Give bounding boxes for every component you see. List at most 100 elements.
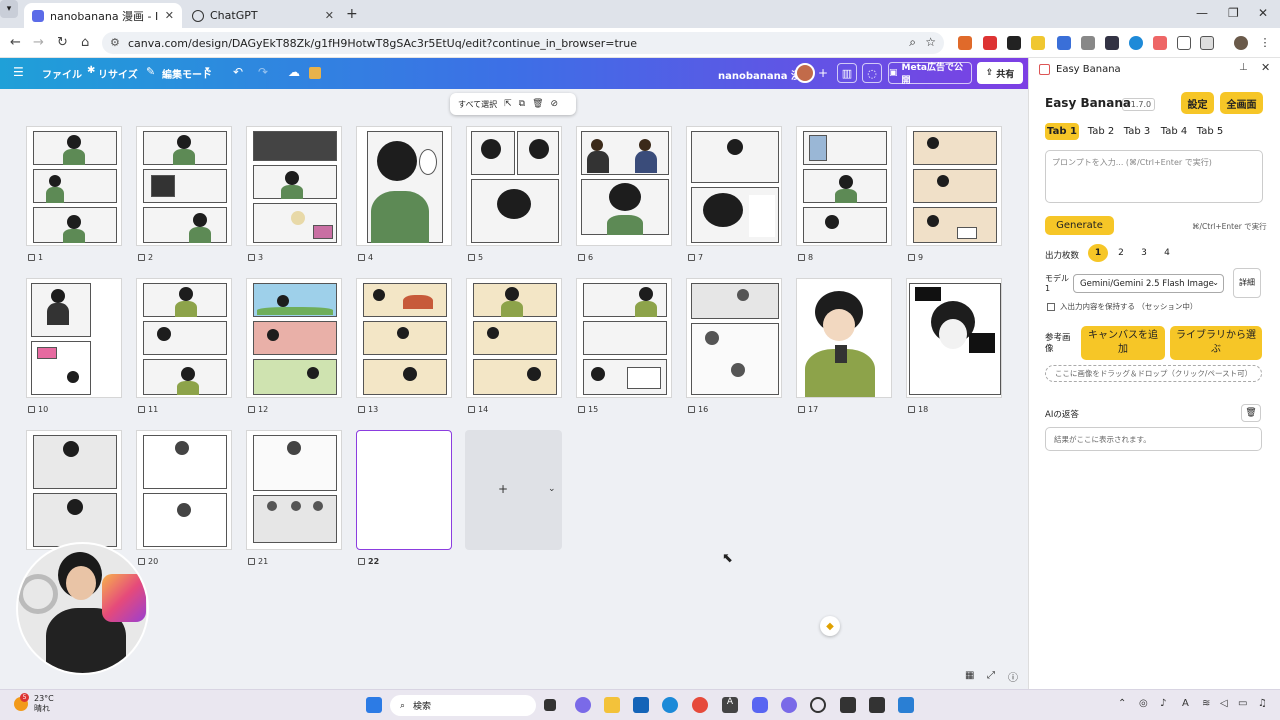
- minimize-icon[interactable]: —: [1196, 6, 1208, 20]
- image-drop-zone[interactable]: ここに画像をドラッグ＆ドロップ（クリック/ペースト可）: [1045, 365, 1262, 382]
- tab-list-chevron-icon[interactable]: ▾: [0, 0, 18, 18]
- page-thumbnail[interactable]: [906, 278, 1002, 398]
- capcut-2-icon[interactable]: [869, 697, 885, 713]
- close-window-icon[interactable]: ✕: [1258, 6, 1268, 20]
- page-thumbnail[interactable]: [246, 126, 342, 246]
- back-arrow-icon[interactable]: ←: [10, 35, 21, 50]
- count-option-3[interactable]: 3: [1134, 244, 1154, 262]
- page-thumbnail[interactable]: [246, 278, 342, 398]
- task-view-icon[interactable]: [544, 699, 556, 711]
- page-thumbnail[interactable]: [686, 278, 782, 398]
- chevron-down-icon[interactable]: ▾: [205, 65, 210, 75]
- add-canvas-button[interactable]: キャンバスを追加: [1081, 326, 1165, 360]
- page-thumbnail[interactable]: [26, 126, 122, 246]
- extension-translate-icon[interactable]: [1057, 36, 1071, 50]
- store-icon[interactable]: [633, 697, 649, 713]
- browser-tab-chatgpt[interactable]: ChatGPT ✕: [184, 3, 342, 28]
- extension-banana-icon[interactable]: [1153, 36, 1167, 50]
- app-thumbnail-icon[interactable]: [309, 67, 321, 79]
- count-option-4[interactable]: 4: [1157, 244, 1177, 262]
- tray-chevron-up-icon[interactable]: ⌃: [1118, 698, 1126, 709]
- page-thumbnail[interactable]: [136, 430, 232, 550]
- add-collaborator-plus-icon[interactable]: +: [813, 63, 833, 83]
- magic-sparkle-icon[interactable]: ◆: [820, 616, 840, 636]
- extension-fox-icon[interactable]: [958, 36, 972, 50]
- file-menu[interactable]: ファイル: [42, 66, 82, 81]
- font-app-icon[interactable]: A: [722, 697, 738, 713]
- keep-io-option[interactable]: 入出力内容を保持する （セッション中）: [1047, 301, 1197, 312]
- page-thumbnail[interactable]: [796, 278, 892, 398]
- add-page-button[interactable]: + ⌄: [465, 430, 562, 550]
- extensions-puzzle-icon[interactable]: [1177, 36, 1191, 50]
- extension-pen-icon[interactable]: [1031, 36, 1045, 50]
- tray-network-icon[interactable]: ◎: [1139, 698, 1148, 709]
- new-tab-plus-icon[interactable]: +: [346, 6, 358, 22]
- page-thumbnail[interactable]: [356, 278, 452, 398]
- page-thumbnail[interactable]: [576, 278, 672, 398]
- grid-view-icon[interactable]: ▦: [965, 670, 974, 681]
- side-panel-icon[interactable]: [1200, 36, 1214, 50]
- tab-1[interactable]: Tab 1: [1045, 123, 1079, 140]
- chrome-icon[interactable]: [692, 697, 708, 713]
- extension-record-icon[interactable]: [983, 36, 997, 50]
- browser-menu-icon[interactable]: ⋮: [1258, 36, 1272, 50]
- help-icon[interactable]: ⓘ: [1008, 669, 1018, 684]
- duplicate-icon[interactable]: ⧉: [519, 99, 525, 109]
- tray-font-icon[interactable]: A: [1182, 698, 1189, 709]
- undo-icon[interactable]: ↶: [233, 65, 243, 79]
- details-button[interactable]: 詳細: [1233, 268, 1261, 298]
- chatgpt-icon[interactable]: [810, 697, 826, 713]
- file-explorer-icon[interactable]: [604, 697, 620, 713]
- insights-chart-icon[interactable]: ▥: [837, 63, 857, 83]
- page-thumbnail[interactable]: [356, 126, 452, 246]
- fullscreen-button[interactable]: 全画面: [1220, 92, 1263, 114]
- tray-wifi-icon[interactable]: ≋: [1202, 698, 1210, 709]
- edge-icon[interactable]: [662, 697, 678, 713]
- fullscreen-expand-icon[interactable]: ⤢: [987, 670, 995, 681]
- share-button[interactable]: ⇪ 共有: [977, 62, 1023, 84]
- page-thumbnail[interactable]: [576, 126, 672, 246]
- forward-arrow-icon[interactable]: →: [33, 35, 44, 50]
- restore-icon[interactable]: ❐: [1228, 6, 1239, 20]
- page-thumbnail[interactable]: [466, 126, 562, 246]
- tab-5[interactable]: Tab 5: [1192, 123, 1228, 140]
- chevron-down-icon[interactable]: ⌄: [548, 484, 556, 494]
- delete-trash-icon[interactable]: 🗑: [532, 99, 543, 109]
- browser-tab-canva[interactable]: nanobanana 漫画 - Instagram広 ✕: [24, 3, 182, 28]
- count-option-1[interactable]: 1: [1088, 244, 1108, 262]
- tray-volume-icon[interactable]: ◁: [1220, 698, 1228, 709]
- url-field[interactable]: ⚙ canva.com/design/DAGyEkT88Zk/g1fH9Hotw…: [102, 32, 944, 54]
- windows-start-icon[interactable]: [366, 697, 382, 713]
- home-icon[interactable]: ⌂: [81, 35, 89, 50]
- bookmark-star-icon[interactable]: ☆: [925, 35, 936, 49]
- site-info-icon[interactable]: ⚙: [110, 36, 120, 49]
- profile-avatar[interactable]: [1234, 36, 1248, 50]
- page-thumbnail[interactable]: [686, 126, 782, 246]
- capcut-icon[interactable]: [840, 697, 856, 713]
- tray-battery-icon[interactable]: ▭: [1238, 698, 1247, 709]
- keep-io-checkbox[interactable]: [1047, 302, 1055, 311]
- page-thumbnail-selected[interactable]: [356, 430, 452, 550]
- hamburger-menu-icon[interactable]: ☰: [13, 65, 24, 79]
- page-thumbnail[interactable]: [796, 126, 892, 246]
- tab-2[interactable]: Tab 2: [1083, 123, 1119, 140]
- extension-hex-icon[interactable]: [1105, 36, 1119, 50]
- settings-button[interactable]: 設定: [1181, 92, 1214, 114]
- vscode-icon[interactable]: [898, 697, 914, 713]
- reload-icon[interactable]: ↻: [57, 35, 68, 50]
- close-panel-icon[interactable]: ✕: [1261, 61, 1270, 74]
- app-gear-icon[interactable]: [781, 697, 797, 713]
- clear-trash-icon[interactable]: 🗑: [1241, 404, 1261, 422]
- page-thumbnail[interactable]: [906, 126, 1002, 246]
- discord-icon[interactable]: [752, 697, 768, 713]
- collaborator-avatar[interactable]: [795, 63, 815, 83]
- tab-4[interactable]: Tab 4: [1156, 123, 1192, 140]
- zoom-icon[interactable]: ⌕: [909, 35, 916, 50]
- page-thumbnail[interactable]: [26, 430, 122, 550]
- generate-button[interactable]: Generate: [1045, 216, 1114, 235]
- page-thumbnail[interactable]: [466, 278, 562, 398]
- redo-icon[interactable]: ↷: [258, 65, 268, 79]
- meta-ads-publish-button[interactable]: ▣ Meta広告で公開: [888, 62, 972, 86]
- page-thumbnail[interactable]: [26, 278, 122, 398]
- cloud-save-icon[interactable]: ☁: [288, 65, 300, 79]
